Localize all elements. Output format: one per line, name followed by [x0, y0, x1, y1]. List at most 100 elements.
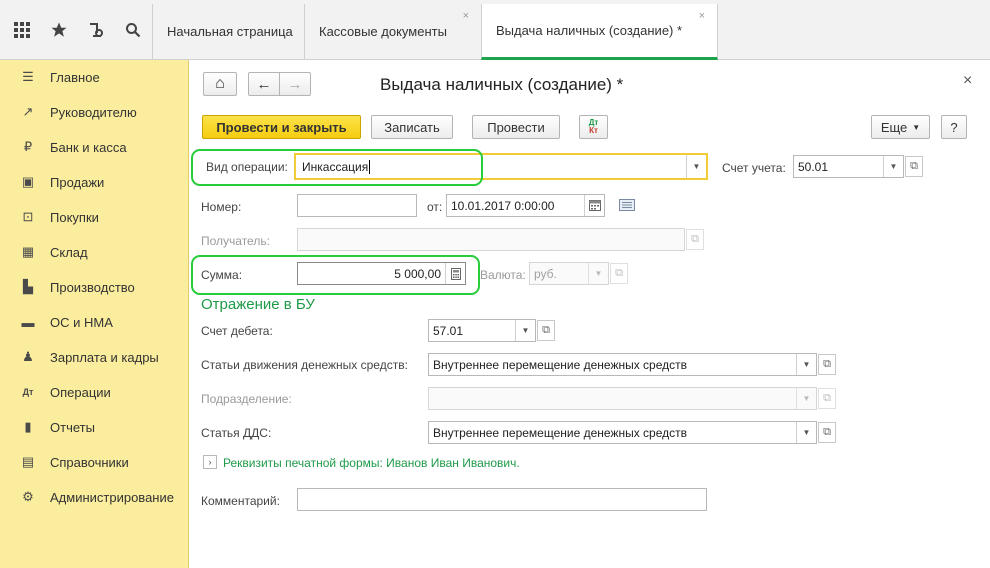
sidebar-item-manager[interactable]: ↗ Руководителю — [0, 98, 189, 126]
recipient-input[interactable] — [297, 228, 685, 251]
page-title: Выдача наличных (создание) * — [380, 75, 624, 94]
print-form-details-link[interactable]: Реквизиты печатной формы: Иванов Иван Ив… — [223, 456, 520, 470]
sidebar-item-bank[interactable]: ₽ Банк и касса — [0, 133, 189, 161]
back-button[interactable]: ← — [248, 72, 280, 96]
top-bar: Начальная страница Кассовые документы × … — [0, 0, 990, 60]
sidebar-item-sales[interactable]: ▣ Продажи — [0, 168, 189, 196]
sidebar-item-label: Руководителю — [50, 104, 137, 120]
dds-item-value: Внутреннее перемещение денежных средств — [433, 425, 688, 440]
post-button[interactable]: Провести — [472, 115, 560, 139]
chevron-right-icon[interactable]: › — [203, 455, 217, 469]
trend-icon: ↗ — [22, 104, 34, 119]
recipient-label: Получатель: — [201, 234, 270, 248]
sidebar-item-salary[interactable]: ♟ Зарплата и кадры — [0, 343, 189, 371]
open-icon[interactable]: ⧉ — [905, 156, 923, 177]
sidebar: ☰ Главное ↗ Руководителю ₽ Банк и касса ▣ Пр… — [0, 60, 189, 568]
open-icon[interactable]: ⧉ — [818, 422, 836, 443]
chevron-down-icon[interactable]: ▼ — [883, 156, 903, 177]
factory-icon: ▙ — [23, 279, 33, 294]
sidebar-item-assets[interactable]: ▬ ОС и НМА — [0, 308, 189, 336]
sidebar-item-label: Производство — [50, 279, 135, 295]
chevron-down-icon[interactable]: ▼ — [686, 155, 706, 178]
post-and-close-button[interactable]: Провести и закрыть — [202, 115, 361, 139]
tab-home[interactable]: Начальная страница — [152, 4, 305, 59]
chevron-down-icon[interactable]: ▼ — [588, 263, 608, 284]
debit-account-label: Счет дебета: — [201, 324, 273, 338]
tab-label: Выдача наличных (создание) * — [496, 23, 683, 38]
sidebar-item-admin[interactable]: ⚙ Администрирование — [0, 483, 189, 511]
chevron-down-icon[interactable]: ▼ — [515, 320, 535, 341]
tab-label: Кассовые документы — [319, 24, 447, 39]
open-icon[interactable]: ⧉ — [818, 354, 836, 375]
calendar-icon[interactable] — [584, 195, 604, 216]
dtkt-icon-bottom: Кт — [589, 126, 598, 135]
account-select[interactable]: 50.01 ▼ — [793, 155, 904, 178]
dtkt-button[interactable]: Дт Кт — [579, 115, 608, 139]
grid-icon[interactable] — [10, 18, 34, 42]
home-icon: ⌂ — [215, 75, 225, 92]
sidebar-item-operations[interactable]: Дт Операции — [0, 378, 189, 406]
chevron-down-icon[interactable]: ▼ — [796, 422, 816, 443]
number-input[interactable] — [297, 194, 417, 217]
chevron-down-icon[interactable]: ▼ — [796, 388, 816, 409]
highlight-amount — [191, 255, 480, 295]
comment-input[interactable] — [297, 488, 707, 511]
sidebar-item-production[interactable]: ▙ Производство — [0, 273, 189, 301]
account-label: Счет учета: — [722, 161, 786, 175]
close-form-icon[interactable]: × — [963, 72, 972, 90]
more-button[interactable]: Еще ▼ — [871, 115, 930, 139]
tab-cash-issue[interactable]: Выдача наличных (создание) * × — [481, 4, 718, 60]
tab-label: Начальная страница — [167, 24, 293, 39]
currency-label: Валюта: — [480, 268, 526, 282]
dds-item-select[interactable]: Внутреннее перемещение денежных средств … — [428, 421, 817, 444]
sidebar-item-reports[interactable]: ▮ Отчеты — [0, 413, 189, 441]
sidebar-item-label: Главное — [50, 69, 100, 85]
ruble-icon: ₽ — [23, 139, 33, 154]
currency-select[interactable]: руб. ▼ — [529, 262, 609, 285]
open-icon[interactable]: ⧉ — [818, 388, 836, 409]
department-select[interactable]: ▼ — [428, 387, 817, 410]
comment-icon[interactable] — [619, 199, 635, 214]
open-icon[interactable]: ⧉ — [686, 229, 704, 250]
sidebar-item-label: Склад — [50, 244, 88, 260]
star-icon[interactable] — [47, 18, 71, 42]
cart-icon: ⊡ — [22, 209, 34, 224]
sidebar-item-label: Администрирование — [50, 489, 174, 505]
close-icon[interactable]: × — [699, 10, 705, 22]
warehouse-icon: ▦ — [21, 244, 35, 259]
account-value: 50.01 — [798, 159, 829, 174]
sidebar-item-main[interactable]: ☰ Главное — [0, 63, 189, 91]
help-button[interactable]: ? — [941, 115, 967, 139]
save-button[interactable]: Записать — [371, 115, 453, 139]
currency-value: руб. — [534, 266, 557, 281]
tab-cash-documents[interactable]: Кассовые документы × — [304, 4, 482, 59]
history-icon[interactable] — [84, 18, 108, 42]
sidebar-item-purchases[interactable]: ⊡ Покупки — [0, 203, 189, 231]
sidebar-item-label: Банк и касса — [50, 139, 127, 155]
sidebar-item-warehouse[interactable]: ▦ Склад — [0, 238, 189, 266]
chevron-down-icon: ▼ — [912, 122, 921, 132]
truck-icon: ▬ — [21, 314, 35, 330]
debit-account-select[interactable]: 57.01 ▼ — [428, 319, 536, 342]
more-label: Еще — [880, 119, 908, 135]
home-button[interactable]: ⌂ — [203, 72, 237, 96]
sidebar-item-label: ОС и НМА — [50, 314, 113, 330]
sidebar-item-label: Отчеты — [50, 419, 95, 435]
chevron-down-icon[interactable]: ▼ — [796, 354, 816, 375]
bag-icon: ▣ — [21, 174, 35, 189]
open-icon[interactable]: ⧉ — [537, 320, 555, 341]
sidebar-item-label: Покупки — [50, 209, 99, 225]
menu-icon: ☰ — [22, 69, 34, 84]
open-icon[interactable]: ⧉ — [610, 263, 628, 284]
sidebar-item-label: Операции — [50, 384, 111, 400]
sidebar-item-label: Продажи — [50, 174, 105, 190]
close-icon[interactable]: × — [463, 10, 469, 22]
section-accounting: Отражение в БУ — [201, 296, 315, 313]
search-icon[interactable] — [121, 18, 145, 42]
cash-flow-value: Внутреннее перемещение денежных средств — [433, 357, 688, 372]
sidebar-item-directories[interactable]: ▤ Справочники — [0, 448, 189, 476]
arrow-right-icon: → — [287, 75, 303, 93]
cash-flow-select[interactable]: Внутреннее перемещение денежных средств … — [428, 353, 817, 376]
forward-button[interactable]: → — [279, 72, 311, 96]
date-input[interactable]: 10.01.2017 0:00:00 — [446, 194, 605, 217]
